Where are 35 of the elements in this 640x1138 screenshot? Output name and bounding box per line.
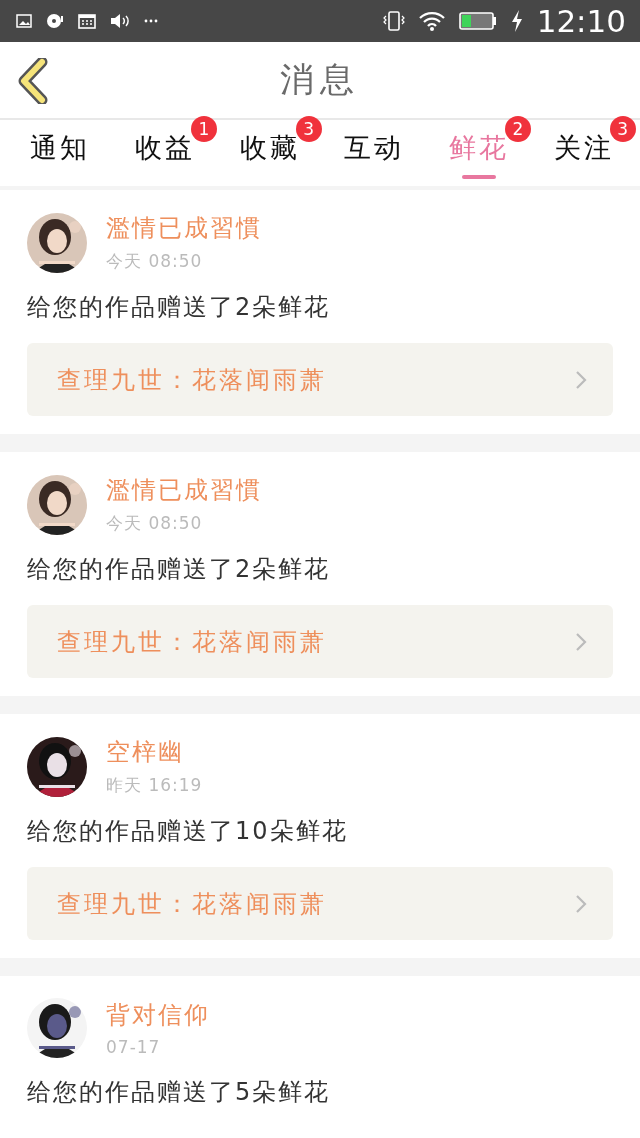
- user-name[interactable]: 濫情已成習慣: [106, 212, 262, 244]
- calendar-icon: [78, 13, 96, 29]
- work-link[interactable]: 查理九世：花落闻雨萧: [27, 605, 613, 678]
- more-icon: [144, 19, 158, 23]
- message-text: 给您的作品赠送了5朵鲜花: [27, 1077, 332, 1108]
- vibrate-icon: [382, 10, 405, 32]
- battery-icon: [458, 12, 497, 30]
- message-time: 今天 08:50: [106, 512, 204, 535]
- message-time: 今天 08:50: [106, 250, 204, 273]
- chevron-icon: [575, 893, 587, 914]
- user-name[interactable]: 濫情已成習慣: [106, 474, 262, 506]
- wifi-icon: [418, 11, 445, 31]
- message-text: 给您的作品赠送了10朵鲜花: [27, 816, 349, 847]
- chevron-icon: [575, 631, 587, 652]
- count-badge: 2: [505, 116, 531, 142]
- charging-icon: [510, 10, 523, 32]
- work-link[interactable]: 查理九世：花落闻雨萧: [27, 867, 613, 940]
- work-link[interactable]: 查理九世：花落闻雨萧: [27, 343, 613, 416]
- message-text: 给您的作品赠送了2朵鲜花: [27, 554, 332, 585]
- chevron-icon: [575, 369, 587, 390]
- count-badge: 3: [609, 116, 636, 142]
- message-time: 07-17: [106, 1037, 162, 1057]
- user-name[interactable]: 空梓幽: [106, 736, 203, 768]
- count-badge: 3: [295, 116, 322, 142]
- message-time: 昨天 16:19: [106, 774, 203, 797]
- count-badge: 1: [191, 116, 217, 142]
- clock-time: 12:10: [536, 3, 626, 39]
- page-title: 消息: [280, 58, 360, 101]
- tab[interactable]: 通知: [30, 120, 91, 186]
- image-icon: [16, 14, 32, 28]
- tab[interactable]: 互动: [344, 120, 405, 186]
- speaker-icon: [110, 13, 130, 29]
- message-text: 给您的作品赠送了2朵鲜花: [27, 292, 332, 323]
- disc-icon: [46, 13, 64, 29]
- user-name[interactable]: 背对信仰: [106, 999, 210, 1031]
